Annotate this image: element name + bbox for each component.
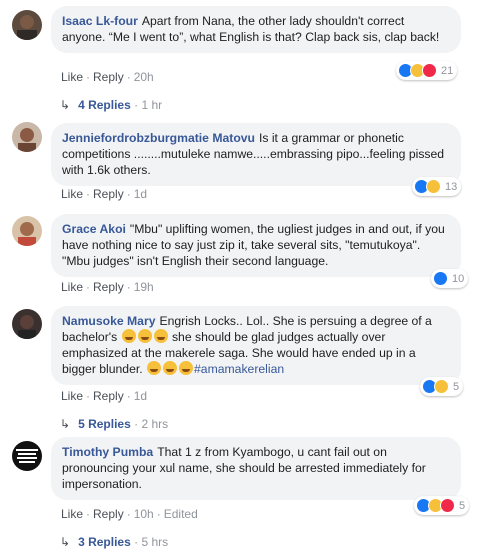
view-replies-link[interactable]: ↳ 5 Replies · 2 hrs — [60, 417, 168, 431]
reply-link[interactable]: Reply — [93, 187, 124, 201]
replies-count[interactable]: 3 Replies — [78, 535, 131, 549]
love-reaction-icon — [440, 498, 455, 513]
comment-bubble: Namusoke Mary Engrish Locks.. Lol.. She i… — [51, 306, 461, 385]
like-link[interactable]: Like — [61, 280, 83, 294]
comment-bubble: Grace Akoi "Mbu" uplifting women, the ugl… — [51, 214, 461, 277]
comment-bubble: Jenniefordrobzburgmatie Matovu Is it a gr… — [51, 123, 461, 186]
view-replies-link[interactable]: ↳ 3 Replies · 5 hrs — [60, 535, 168, 549]
comment-bubble: Timothy Pumba That 1 z from Kyambogo, u c… — [51, 437, 461, 500]
view-replies-link[interactable]: ↳ 4 Replies · 1 hr — [60, 98, 162, 112]
laughing-emoji-icon — [121, 329, 136, 343]
comment-actions: Like · Reply · 1d — [61, 187, 148, 201]
comment-actions: Like · Reply · 1d — [61, 389, 148, 403]
reaction-summary[interactable]: 13 — [412, 177, 462, 196]
commenter-name[interactable]: Timothy Pumba — [62, 445, 153, 459]
laughing-emoji-icon — [137, 329, 152, 343]
replies-count[interactable]: 5 Replies — [78, 417, 131, 431]
love-reaction-icon — [422, 63, 437, 78]
replies-time: 1 hr — [141, 98, 163, 112]
reaction-summary[interactable]: 10 — [431, 269, 469, 288]
like-link[interactable]: Like — [61, 187, 83, 201]
edited-label[interactable]: Edited — [164, 507, 198, 521]
reaction-count: 10 — [452, 272, 465, 285]
comment-time[interactable]: 20h — [134, 70, 154, 84]
reply-arrow-icon: ↳ — [60, 98, 71, 112]
comment-actions: Like · Reply · 10h · Edited — [61, 507, 198, 521]
like-reaction-icon — [433, 271, 448, 286]
reaction-summary[interactable]: 5 — [414, 496, 470, 515]
laughing-emoji-icon — [147, 361, 162, 375]
comment-time[interactable]: 10h — [134, 507, 154, 521]
commenter-name[interactable]: Isaac Lk-four — [62, 14, 138, 28]
haha-reaction-icon — [434, 379, 449, 394]
reply-link[interactable]: Reply — [93, 507, 124, 521]
replies-time: 5 hrs — [141, 535, 169, 549]
comment-time[interactable]: 1d — [134, 187, 147, 201]
replies-count[interactable]: 4 Replies — [78, 98, 131, 112]
comment-bubble: Isaac Lk-four Apart from Nana, the other … — [51, 6, 461, 53]
haha-reaction-icon — [426, 179, 441, 194]
avatar[interactable] — [12, 122, 42, 152]
comment-actions: Like · Reply · 20h — [61, 70, 154, 84]
commenter-name[interactable]: Namusoke Mary — [62, 314, 155, 328]
reply-arrow-icon: ↳ — [60, 535, 71, 549]
like-link[interactable]: Like — [61, 389, 83, 403]
reply-link[interactable]: Reply — [93, 280, 124, 294]
laughing-emoji-icon — [153, 329, 168, 343]
reaction-count: 13 — [445, 180, 458, 193]
avatar[interactable] — [12, 309, 42, 339]
reaction-summary[interactable]: 21 — [396, 61, 458, 80]
like-link[interactable]: Like — [61, 70, 83, 84]
avatar[interactable] — [12, 441, 42, 471]
reply-link[interactable]: Reply — [93, 70, 124, 84]
avatar[interactable] — [12, 10, 42, 40]
laughing-emoji-icon — [163, 361, 178, 375]
reply-link[interactable]: Reply — [93, 389, 124, 403]
comment-time[interactable]: 19h — [134, 280, 154, 294]
comment-time[interactable]: 1d — [134, 389, 147, 403]
hashtag-link[interactable]: #amamakerelian — [194, 362, 284, 376]
avatar[interactable] — [12, 216, 42, 246]
comment-actions: Like · Reply · 19h — [61, 280, 154, 294]
like-link[interactable]: Like — [61, 507, 83, 521]
reaction-summary[interactable]: 5 — [420, 377, 464, 396]
laughing-emoji-icon — [179, 361, 194, 375]
reaction-count: 5 — [453, 380, 460, 393]
replies-time: 2 hrs — [141, 417, 169, 431]
commenter-name[interactable]: Jenniefordrobzburgmatie Matovu — [62, 131, 255, 145]
commenter-name[interactable]: Grace Akoi — [62, 222, 126, 236]
reaction-count: 5 — [459, 499, 466, 512]
reaction-count: 21 — [441, 64, 454, 77]
reply-arrow-icon: ↳ — [60, 417, 71, 431]
